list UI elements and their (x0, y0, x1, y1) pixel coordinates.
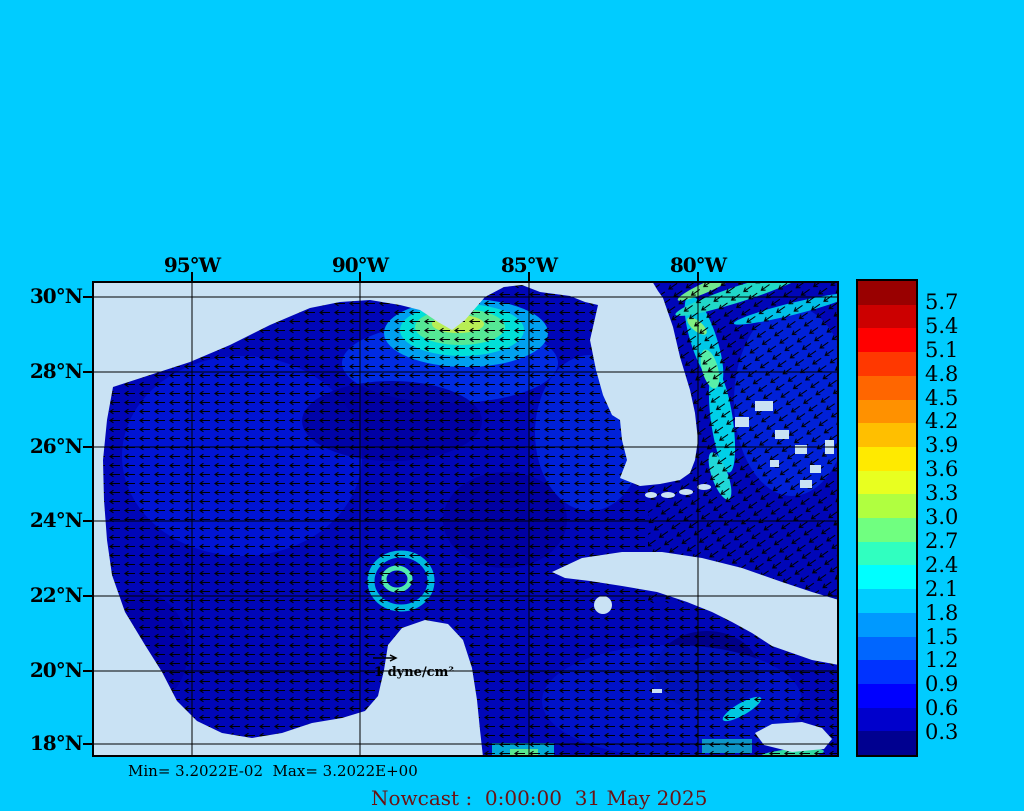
axis-tick (83, 446, 92, 448)
colorbar-tick-label: 1.5 (925, 624, 959, 649)
y-tick-label: 26°N (29, 434, 83, 458)
colorbar-segment (858, 494, 916, 519)
colorbar-segment (858, 423, 916, 447)
colorbar-segment (858, 565, 916, 590)
axis-tick (83, 520, 92, 522)
colorbar-tick-label: 4.2 (925, 409, 959, 434)
colorbar-segment (858, 446, 916, 471)
land-isle-of-youth (594, 596, 612, 614)
colorbar-segment (858, 375, 916, 400)
colorbar-segment (858, 731, 916, 756)
colorbar-segment (858, 707, 916, 732)
axis-tick (359, 272, 361, 281)
colorbar-tick-label: 5.1 (925, 337, 959, 362)
axis-tick (191, 272, 193, 281)
y-tick-label: 22°N (29, 583, 83, 607)
axis-tick (83, 595, 92, 597)
min-max-stats: Min= 3.2022E-02 Max= 3.2022E+00 (128, 762, 418, 780)
scale-arrow-label: 1 dyne/cm² (374, 665, 455, 680)
colorbar-segment (858, 399, 916, 424)
y-tick-label: 20°N (29, 658, 83, 682)
colorbar-segment (858, 541, 916, 566)
colorbar-segment (858, 589, 916, 613)
colorbar-tick-label: 0.3 (925, 720, 959, 745)
axis-tick (528, 272, 530, 281)
axis-tick (83, 670, 92, 672)
colorbar-tick-label: 3.6 (925, 457, 959, 482)
y-tick-label: 30°N (29, 284, 83, 308)
y-tick-label: 24°N (29, 508, 83, 532)
colorbar-segment (858, 636, 916, 661)
colorbar-tick-label: 0.6 (925, 696, 959, 721)
colorbar (856, 279, 918, 757)
colorbar-tick-label: 2.4 (925, 552, 959, 577)
colorbar-segment (858, 518, 916, 542)
axis-tick (83, 371, 92, 373)
colorbar-tick-label: 4.8 (925, 361, 959, 386)
colorbar-segment (858, 281, 916, 305)
colorbar-tick-label: 5.7 (925, 289, 959, 314)
colorbar-tick-label: 4.5 (925, 385, 959, 410)
colorbar-tick-label: 5.4 (925, 313, 959, 338)
colorbar-tick-label: 2.1 (925, 576, 959, 601)
y-tick-label: 28°N (29, 359, 83, 383)
colorbar-tick-label: 3.9 (925, 433, 959, 458)
colorbar-segment (858, 612, 916, 637)
colorbar-tick-label: 1.8 (925, 600, 959, 625)
map-plot (92, 281, 839, 757)
axis-tick (83, 743, 92, 745)
axis-tick (697, 272, 699, 281)
colorbar-tick-label: 1.2 (925, 648, 959, 673)
colorbar-segment (858, 470, 916, 495)
colorbar-tick-label: 0.9 (925, 672, 959, 697)
colorbar-tick-label: 2.7 (925, 528, 959, 553)
colorbar-segment (858, 660, 916, 684)
colorbar-tick-label: 3.3 (925, 481, 959, 506)
colorbar-tick-labels: 5.7 5.4 5.1 4.8 4.5 4.2 3.9 3.6 3.3 3.0 2.7 2.4 2.1 1… (925, 279, 997, 757)
colorbar-segment (858, 328, 916, 353)
nowcast-plot-page: 95°W 90°W 85°W 80°W 30°N 28°N 26°N 24°N … (0, 0, 1024, 811)
colorbar-segment (858, 304, 916, 329)
colorbar-tick-label: 3.0 (925, 505, 959, 529)
land-grand-cayman (652, 689, 662, 693)
nowcast-timestamp: Nowcast : 0:00:00 31 May 2025 (371, 786, 708, 810)
axis-tick (83, 296, 92, 298)
colorbar-segment (858, 683, 916, 708)
y-tick-label: 18°N (29, 731, 83, 755)
colorbar-segment (858, 352, 916, 376)
